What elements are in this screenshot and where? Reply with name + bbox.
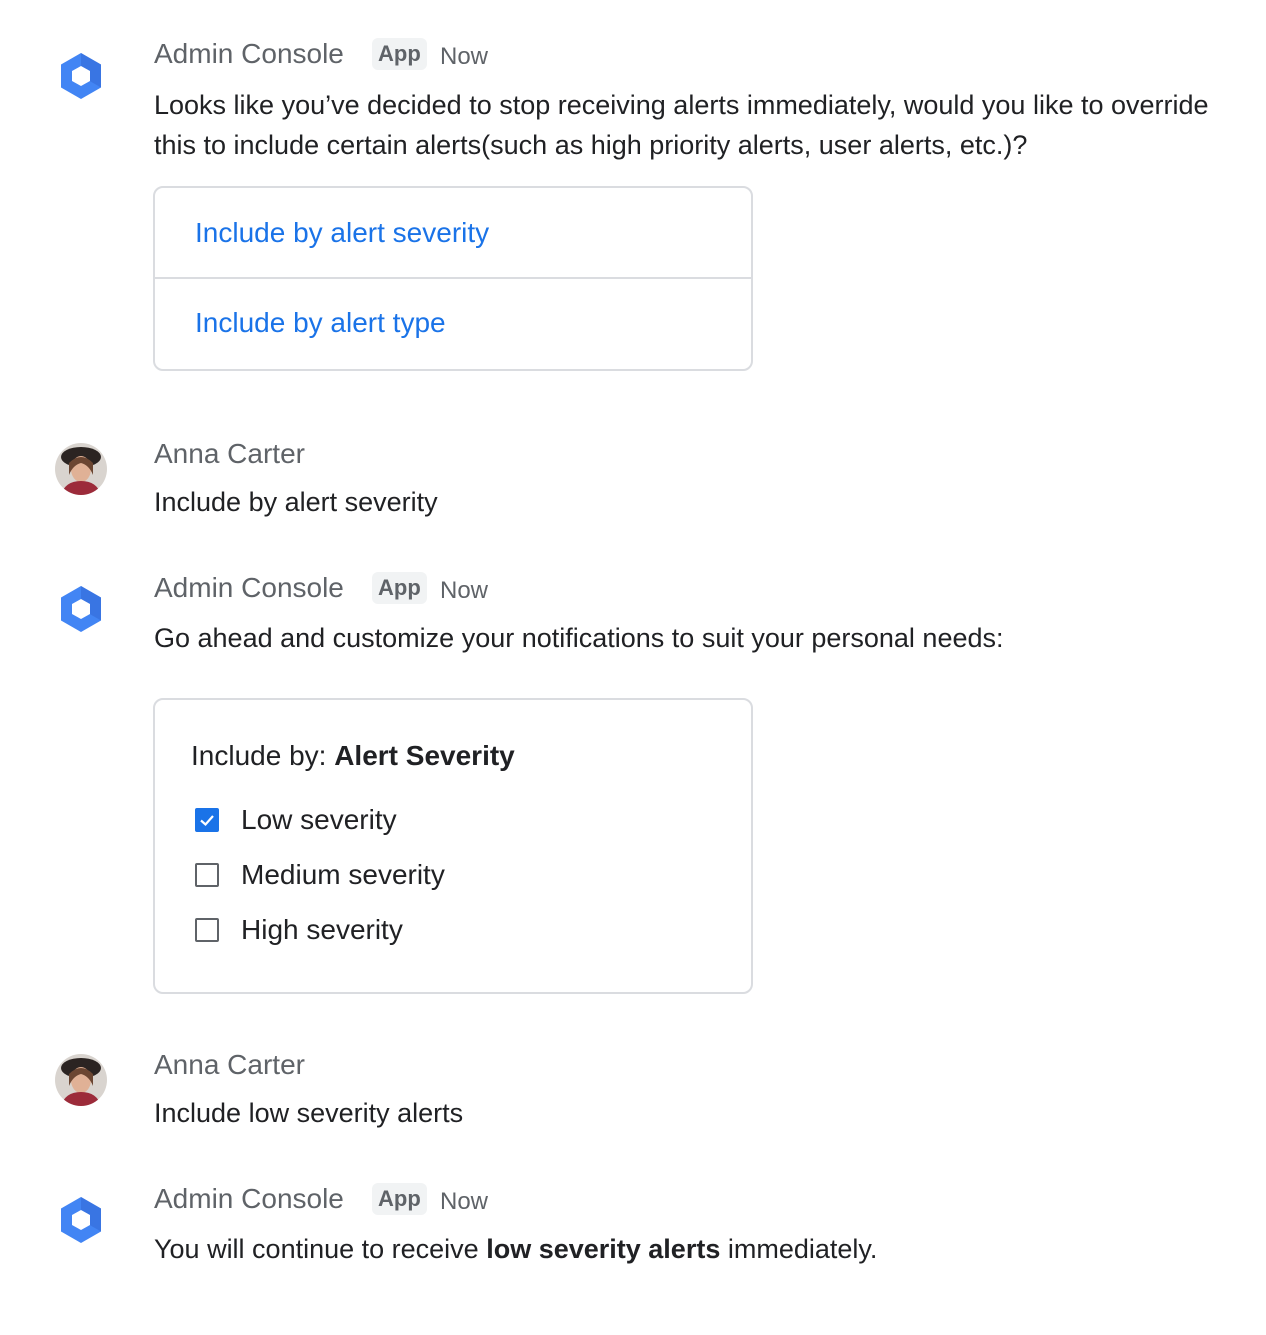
option-card: Include by alert severity Include by ale… (153, 186, 753, 371)
sender-name: Admin Console (154, 38, 344, 69)
checkbox-unchecked[interactable] (195, 863, 219, 887)
user-avatar (55, 1054, 107, 1106)
message-text: Looks like you’ve decided to stop receiv… (154, 90, 1209, 160)
form-label: Include by: (191, 740, 327, 771)
checkbox-unchecked[interactable] (195, 918, 219, 942)
form-value: Alert Severity (334, 740, 515, 771)
text-before: You will continue to receive (154, 1234, 487, 1264)
timestamp: Now (440, 1188, 489, 1215)
app-badge: App (372, 38, 427, 70)
medium-severity-option[interactable]: Medium severity (195, 859, 445, 891)
sender-name: Anna Carter (154, 438, 305, 469)
checkbox-checked[interactable] (195, 808, 219, 832)
include-by-type-button[interactable]: Include by alert type (155, 277, 751, 366)
form-header: Include by: Alert Severity (191, 740, 515, 772)
timestamp: Now (440, 43, 489, 70)
sender-name: Admin Console (154, 1183, 344, 1214)
low-severity-option[interactable]: Low severity (195, 804, 397, 836)
check-icon (200, 815, 214, 827)
admin-console-logo-icon (61, 53, 101, 99)
timestamp: Now (440, 577, 489, 604)
high-severity-option[interactable]: High severity (195, 914, 403, 946)
user-avatar (55, 443, 107, 495)
message-text: You will continue to receive low severit… (154, 1229, 1234, 1269)
sender-name: Admin Console (154, 572, 344, 603)
app-badge: App (372, 1183, 427, 1215)
admin-console-logo-icon (61, 586, 101, 632)
option-label: Low severity (241, 804, 397, 835)
message-text: Go ahead and customize your notification… (154, 623, 1004, 653)
app-badge: App (372, 572, 427, 604)
option-label: High severity (241, 914, 403, 945)
text-after: immediately. (720, 1234, 878, 1264)
include-by-severity-button[interactable]: Include by alert severity (155, 188, 751, 277)
severity-form-card: Include by: Alert Severity Low severity … (153, 698, 753, 994)
message-text: Include low severity alerts (154, 1098, 464, 1128)
message-text: Include by alert severity (154, 487, 438, 517)
sender-name: Anna Carter (154, 1049, 305, 1080)
admin-console-logo-icon (61, 1197, 101, 1243)
text-bold: low severity alerts (486, 1234, 721, 1264)
option-label: Medium severity (241, 859, 445, 890)
